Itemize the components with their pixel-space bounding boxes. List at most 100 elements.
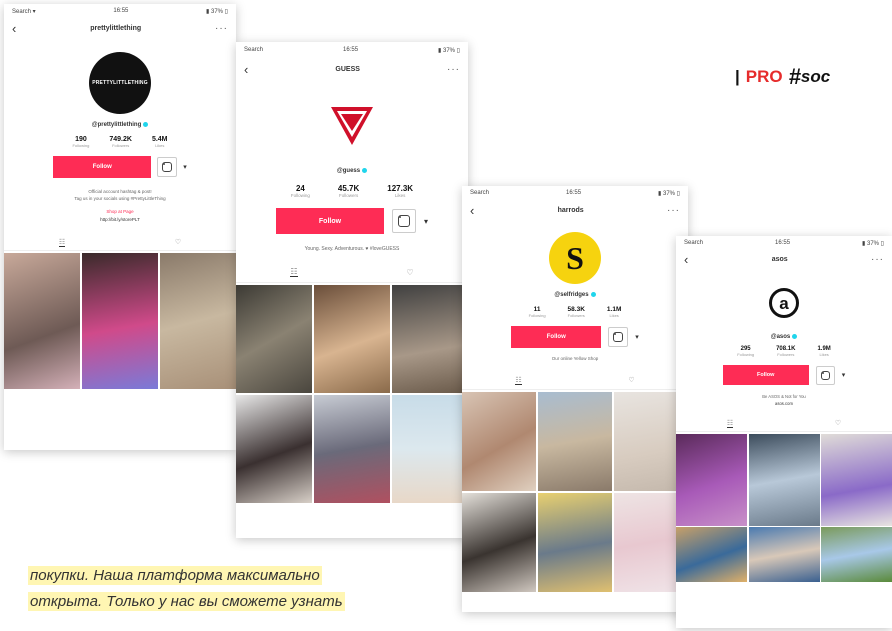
verified-icon — [143, 122, 149, 127]
follow-button[interactable]: Follow — [722, 365, 809, 386]
tab-bar: ☷ ♡ — [462, 371, 688, 391]
status-bar: Search 16:55 ▮ 37% ▯ — [462, 186, 688, 200]
video-thumb[interactable] — [748, 527, 820, 583]
liked-tab-icon[interactable]: ♡ — [628, 376, 634, 384]
stat-following[interactable]: 190 Following — [72, 136, 89, 148]
instagram-button[interactable] — [815, 365, 835, 385]
stat-followers[interactable]: 45.7K Followers — [338, 184, 359, 198]
stat-following-label: Following — [528, 313, 546, 319]
video-thumb[interactable] — [537, 492, 613, 593]
stat-following[interactable]: 24 Following — [291, 184, 310, 198]
status-left: Search — [244, 47, 264, 53]
bio-line-1: Be ASOS & Not for You — [762, 394, 806, 400]
grid-tab-icon[interactable]: ☷ — [726, 419, 734, 428]
video-thumb[interactable] — [159, 253, 236, 390]
phone-guess: Search 16:55 ▮ 37% ▯ ‹ GUESS ··· @guess … — [236, 42, 468, 538]
caret-down-icon[interactable]: ▾ — [842, 371, 846, 379]
stat-likes[interactable]: 127.3K Likes — [387, 184, 413, 198]
stat-following-label: Following — [290, 193, 310, 199]
tab-bar: ☷ ♡ — [236, 262, 468, 284]
stats-row: 190 Following 749.2K Followers 5.4M Like… — [4, 136, 236, 148]
bio-line-1: Our online Yellow Shop — [551, 356, 599, 362]
stat-likes-label: Likes — [394, 193, 406, 199]
video-thumb[interactable] — [236, 285, 313, 394]
stat-followers[interactable]: 708.1K Followers — [776, 346, 795, 357]
stat-following[interactable]: 11 Following — [529, 306, 546, 318]
status-left: Search — [470, 190, 490, 196]
stats-row: 295 Following 708.1K Followers 1.9M Like… — [676, 346, 892, 357]
phone-prettylittlething: Search ▾ 16:55 ▮ 37% ▯ ‹ prettylittlethi… — [4, 4, 236, 450]
liked-tab-icon[interactable]: ♡ — [175, 238, 181, 246]
stat-likes[interactable]: 1.9M Likes — [817, 346, 830, 357]
video-thumb[interactable] — [313, 394, 391, 504]
follow-button[interactable]: Follow — [53, 156, 152, 179]
bio: Be ASOS & Not for You asos.com — [676, 393, 892, 407]
back-icon[interactable]: ‹ — [12, 22, 16, 35]
avatar[interactable]: PRETTYLITTLETHING — [89, 52, 151, 114]
link-url[interactable]: http://bit.ly/storePLT — [4, 216, 236, 224]
username-text: @selfridges — [554, 292, 589, 299]
link-shop[interactable]: Shop at Page — [4, 208, 236, 216]
stat-followers-label: Followers — [338, 193, 359, 199]
action-row: Follow ▾ — [462, 326, 688, 349]
more-icon[interactable]: ··· — [667, 205, 680, 216]
stat-followers[interactable]: 58.3K Followers — [568, 306, 585, 318]
avatar[interactable] — [322, 96, 382, 156]
stat-followers[interactable]: 749.2K Followers — [109, 136, 132, 148]
video-thumb[interactable] — [748, 434, 820, 526]
verified-icon — [792, 334, 798, 339]
video-thumb[interactable] — [236, 394, 313, 504]
follow-button[interactable]: Follow — [511, 326, 602, 349]
stat-followers-label: Followers — [777, 352, 795, 358]
username: @asos — [676, 334, 892, 340]
stat-likes[interactable]: 1.1M Likes — [607, 306, 621, 318]
video-grid — [676, 434, 892, 583]
stat-likes-num: 5.4M — [151, 136, 168, 144]
stat-likes-num: 1.1M — [606, 306, 622, 314]
more-icon[interactable]: ··· — [871, 254, 884, 265]
instagram-button[interactable] — [391, 209, 416, 234]
caret-down-icon[interactable]: ▾ — [183, 163, 187, 171]
more-icon[interactable]: ··· — [447, 64, 460, 75]
link-url[interactable]: asos.com — [676, 400, 892, 407]
bio-line-1: Young. Sexy. Adventurous. ♥ #loveGUESS — [304, 246, 400, 253]
stat-likes[interactable]: 5.4M Likes — [152, 136, 168, 148]
video-thumb[interactable] — [676, 527, 747, 583]
video-thumb[interactable] — [462, 492, 537, 593]
grid-tab-icon[interactable]: ☷ — [290, 267, 298, 278]
grid-tab-icon[interactable]: ☷ — [58, 238, 66, 247]
grid-tab-icon[interactable]: ☷ — [515, 376, 522, 385]
instagram-button[interactable] — [608, 327, 629, 348]
liked-tab-icon[interactable]: ♡ — [406, 268, 413, 277]
avatar[interactable]: a — [761, 280, 807, 326]
more-icon[interactable]: ··· — [215, 23, 228, 34]
video-thumb[interactable] — [391, 285, 468, 394]
video-thumb[interactable] — [821, 527, 892, 583]
follow-button[interactable]: Follow — [275, 208, 384, 235]
asos-logo-icon: a — [769, 288, 799, 318]
caret-down-icon[interactable]: ▾ — [635, 333, 639, 341]
tab-bar: ☷ ♡ — [4, 234, 236, 252]
status-left: Search — [684, 240, 704, 246]
video-thumb[interactable] — [537, 392, 613, 492]
back-icon[interactable]: ‹ — [470, 204, 474, 217]
video-thumb[interactable] — [676, 434, 747, 526]
video-thumb[interactable] — [313, 285, 391, 394]
avatar[interactable]: S — [549, 232, 601, 284]
back-icon[interactable]: ‹ — [684, 253, 688, 266]
stats-row: 24 Following 45.7K Followers 127.3K Like… — [236, 184, 468, 198]
stat-following[interactable]: 295 Following — [737, 346, 754, 357]
header-pro: PRO — [745, 67, 783, 86]
video-thumb[interactable] — [4, 253, 81, 390]
video-thumb[interactable] — [462, 392, 537, 492]
back-icon[interactable]: ‹ — [244, 63, 248, 76]
stat-followers-label: Followers — [567, 313, 585, 319]
stat-followers-num: 45.7K — [337, 184, 360, 194]
video-thumb[interactable] — [81, 253, 159, 390]
instagram-button[interactable] — [157, 157, 178, 178]
video-thumb[interactable] — [821, 434, 892, 526]
liked-tab-icon[interactable]: ♡ — [835, 419, 841, 427]
status-left: Search ▾ — [12, 8, 36, 15]
video-thumb[interactable] — [391, 394, 468, 504]
caret-down-icon[interactable]: ▾ — [424, 217, 428, 226]
